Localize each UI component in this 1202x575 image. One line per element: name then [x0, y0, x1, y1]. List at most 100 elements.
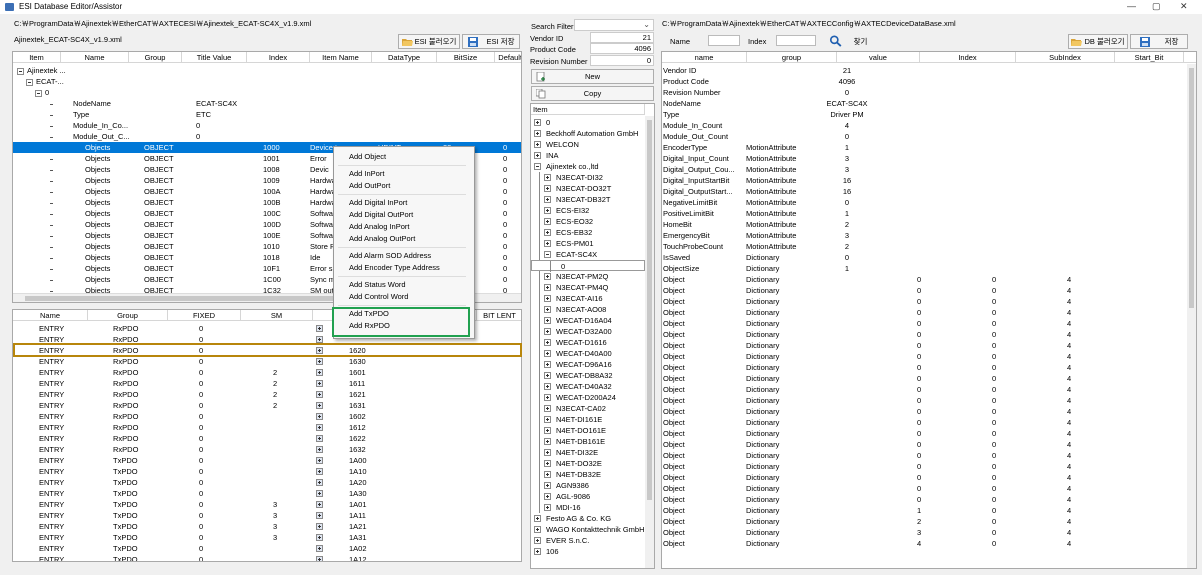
vendor-tree-node[interactable]: AGN9386 — [531, 480, 645, 491]
pdo-row[interactable]: ENTRY TxPDO 0 3 1A21 — [13, 521, 521, 532]
db-row[interactable]: IsSaved Dictionary 0 — [662, 252, 1189, 263]
vendor-tree-node[interactable]: WECAT-D96A16 — [531, 359, 645, 370]
tree-row[interactable]: Type ETC — [13, 109, 521, 120]
db-row[interactable]: Object Dictionary 0 0 4 — [662, 450, 1189, 461]
expander-icon[interactable] — [544, 361, 551, 368]
vendor-tree-node[interactable]: N4ET-DI32E — [531, 447, 645, 458]
vendor-id-field[interactable]: 21 — [590, 32, 654, 43]
vendor-tree-node[interactable]: N3ECAT-PM4Q — [531, 282, 645, 293]
expander-icon[interactable] — [544, 284, 551, 291]
db-index-input[interactable] — [776, 35, 816, 46]
find-button[interactable]: 찾기 — [822, 34, 874, 48]
pdo-row[interactable]: ENTRY TxPDO 0 1A10 — [13, 466, 521, 477]
expand-pdo-icon[interactable] — [316, 534, 323, 541]
expander-icon[interactable] — [544, 460, 551, 467]
tree-col-header[interactable]: Item — [13, 52, 61, 63]
pdo-row[interactable]: ENTRY RxPDO 0 2 1611 — [13, 378, 521, 389]
expander-icon[interactable] — [544, 449, 551, 456]
pdo-row[interactable]: ENTRY TxPDO 0 3 1A31 — [13, 532, 521, 543]
expand-pdo-icon[interactable] — [316, 435, 323, 442]
vendor-tree-node[interactable]: ECS-EI32 — [531, 205, 645, 216]
db-row[interactable]: Object Dictionary 0 0 4 — [662, 329, 1189, 340]
db-row[interactable]: HomeBit MotionAttribute 2 — [662, 219, 1189, 230]
pdo-row[interactable]: ENTRY TxPDO 0 3 1A01 — [13, 499, 521, 510]
vendor-tree-node[interactable]: WECAT-D40A32 — [531, 381, 645, 392]
expander-icon[interactable] — [544, 207, 551, 214]
vendor-tree-node[interactable]: Festo AG & Co. KG — [531, 513, 645, 524]
vendor-tree-node[interactable]: N3ECAT-AO08 — [531, 304, 645, 315]
db-row[interactable]: EncoderType MotionAttribute 1 — [662, 142, 1189, 153]
expander-icon[interactable] — [544, 196, 551, 203]
expander-icon[interactable] — [544, 273, 551, 280]
expander-icon[interactable] — [544, 218, 551, 225]
pdo-row[interactable]: ENTRY RxPDO 0 2 1601 — [13, 367, 521, 378]
vertical-scrollbar[interactable] — [1187, 64, 1196, 568]
expand-pdo-icon[interactable] — [316, 424, 323, 431]
close-button[interactable]: ✕ — [1180, 1, 1188, 12]
db-row[interactable]: Product Code 4096 — [662, 76, 1189, 87]
vendor-list-header[interactable]: Item — [531, 104, 645, 115]
db-row[interactable]: NegativeLimitBit MotionAttribute 0 — [662, 197, 1189, 208]
pdo-row[interactable]: ENTRY RxPDO 0 1622 — [13, 433, 521, 444]
menu-item-add-inport[interactable]: Add InPort — [349, 168, 384, 179]
tree-col-header[interactable]: Item Name — [310, 52, 372, 63]
vendor-tree-node[interactable]: N3ECAT-DB32T — [531, 194, 645, 205]
copy-button[interactable]: Copy — [531, 86, 654, 101]
revision-field[interactable]: 0 — [590, 55, 654, 66]
pdo-row[interactable]: ENTRY RxPDO 0 2 1621 — [13, 389, 521, 400]
pdo-row[interactable]: ENTRY RxPDO 0 1602 — [13, 411, 521, 422]
expand-pdo-icon[interactable] — [316, 325, 323, 332]
db-row[interactable]: Object Dictionary 3 0 4 — [662, 527, 1189, 538]
menu-item-add-alarm-sod-address[interactable]: Add Alarm SOD Address — [349, 250, 431, 261]
pdo-row[interactable]: ENTRY RxPDO 0 2 1631 — [13, 400, 521, 411]
expander-icon[interactable] — [544, 416, 551, 423]
db-row[interactable]: Revision Number 0 — [662, 87, 1189, 98]
db-col-header[interactable]: Index — [920, 52, 1016, 63]
vendor-tree-node[interactable]: WECAT-D1616 — [531, 337, 645, 348]
db-row[interactable]: Module_In_Count 4 — [662, 120, 1189, 131]
expander-icon[interactable] — [26, 78, 33, 86]
pdo-col-header[interactable]: Group — [88, 310, 168, 321]
expander-icon[interactable] — [544, 317, 551, 324]
minimize-button[interactable]: — — [1127, 1, 1136, 11]
expand-pdo-icon[interactable] — [316, 402, 323, 409]
vendor-tree-node[interactable]: N3ECAT-DO32T — [531, 183, 645, 194]
pdo-col-header[interactable]: SM — [241, 310, 313, 321]
tree-col-header[interactable]: DefaultVa — [495, 52, 521, 63]
tree-node[interactable]: ECAT-... — [26, 76, 64, 87]
expander-icon[interactable] — [534, 515, 541, 522]
vendor-tree-node[interactable]: N4ET-DO32E — [531, 458, 645, 469]
db-col-header[interactable]: name — [662, 52, 747, 63]
vendor-tree-node[interactable]: N4ET-DI161E — [531, 414, 645, 425]
vendor-tree-node[interactable]: N4ET-DB32E — [531, 469, 645, 480]
tree-row[interactable]: 0 — [13, 87, 521, 98]
pdo-row[interactable]: ENTRY TxPDO 0 3 1A11 — [13, 510, 521, 521]
tree-col-header[interactable]: Name — [61, 52, 129, 63]
db-row[interactable]: NodeName ECAT-SC4X — [662, 98, 1189, 109]
vendor-tree-node[interactable]: ECAT-SC4X — [531, 249, 645, 260]
db-row[interactable]: Digital_Input_Count MotionAttribute 3 — [662, 153, 1189, 164]
db-row[interactable]: EmergencyBit MotionAttribute 3 — [662, 230, 1189, 241]
expander-icon[interactable] — [544, 229, 551, 236]
db-row[interactable]: Vendor ID 21 — [662, 65, 1189, 76]
tree-col-header[interactable]: Index — [247, 52, 310, 63]
vendor-tree-node[interactable]: ECS-PM01 — [531, 238, 645, 249]
expander-icon[interactable] — [17, 67, 24, 75]
pdo-row[interactable]: ENTRY TxPDO 0 1A20 — [13, 477, 521, 488]
expander-icon[interactable] — [534, 163, 541, 170]
expander-icon[interactable] — [544, 174, 551, 181]
db-row[interactable]: Digital_Output_Cou... MotionAttribute 3 — [662, 164, 1189, 175]
db-row[interactable]: Object Dictionary 2 0 4 — [662, 516, 1189, 527]
vendor-tree-node[interactable]: WECAT-D32A00 — [531, 326, 645, 337]
tree-row[interactable]: Module_Out_C... 0 — [13, 131, 521, 142]
tree-col-header[interactable]: DataType — [372, 52, 437, 63]
db-col-header[interactable]: value — [837, 52, 920, 63]
vendor-tree[interactable]: Item 0 Beckhoff Automation GmbH WELCON INA Aj… — [530, 103, 655, 569]
db-row[interactable]: PositiveLimitBit MotionAttribute 1 — [662, 208, 1189, 219]
db-row[interactable]: Object Dictionary 0 0 4 — [662, 274, 1189, 285]
expander-icon[interactable] — [544, 350, 551, 357]
tree-col-header[interactable]: Group — [129, 52, 182, 63]
tree-col-header[interactable]: Title Value — [182, 52, 247, 63]
expand-pdo-icon[interactable] — [316, 556, 323, 561]
product-code-field[interactable]: 4096 — [590, 43, 654, 54]
